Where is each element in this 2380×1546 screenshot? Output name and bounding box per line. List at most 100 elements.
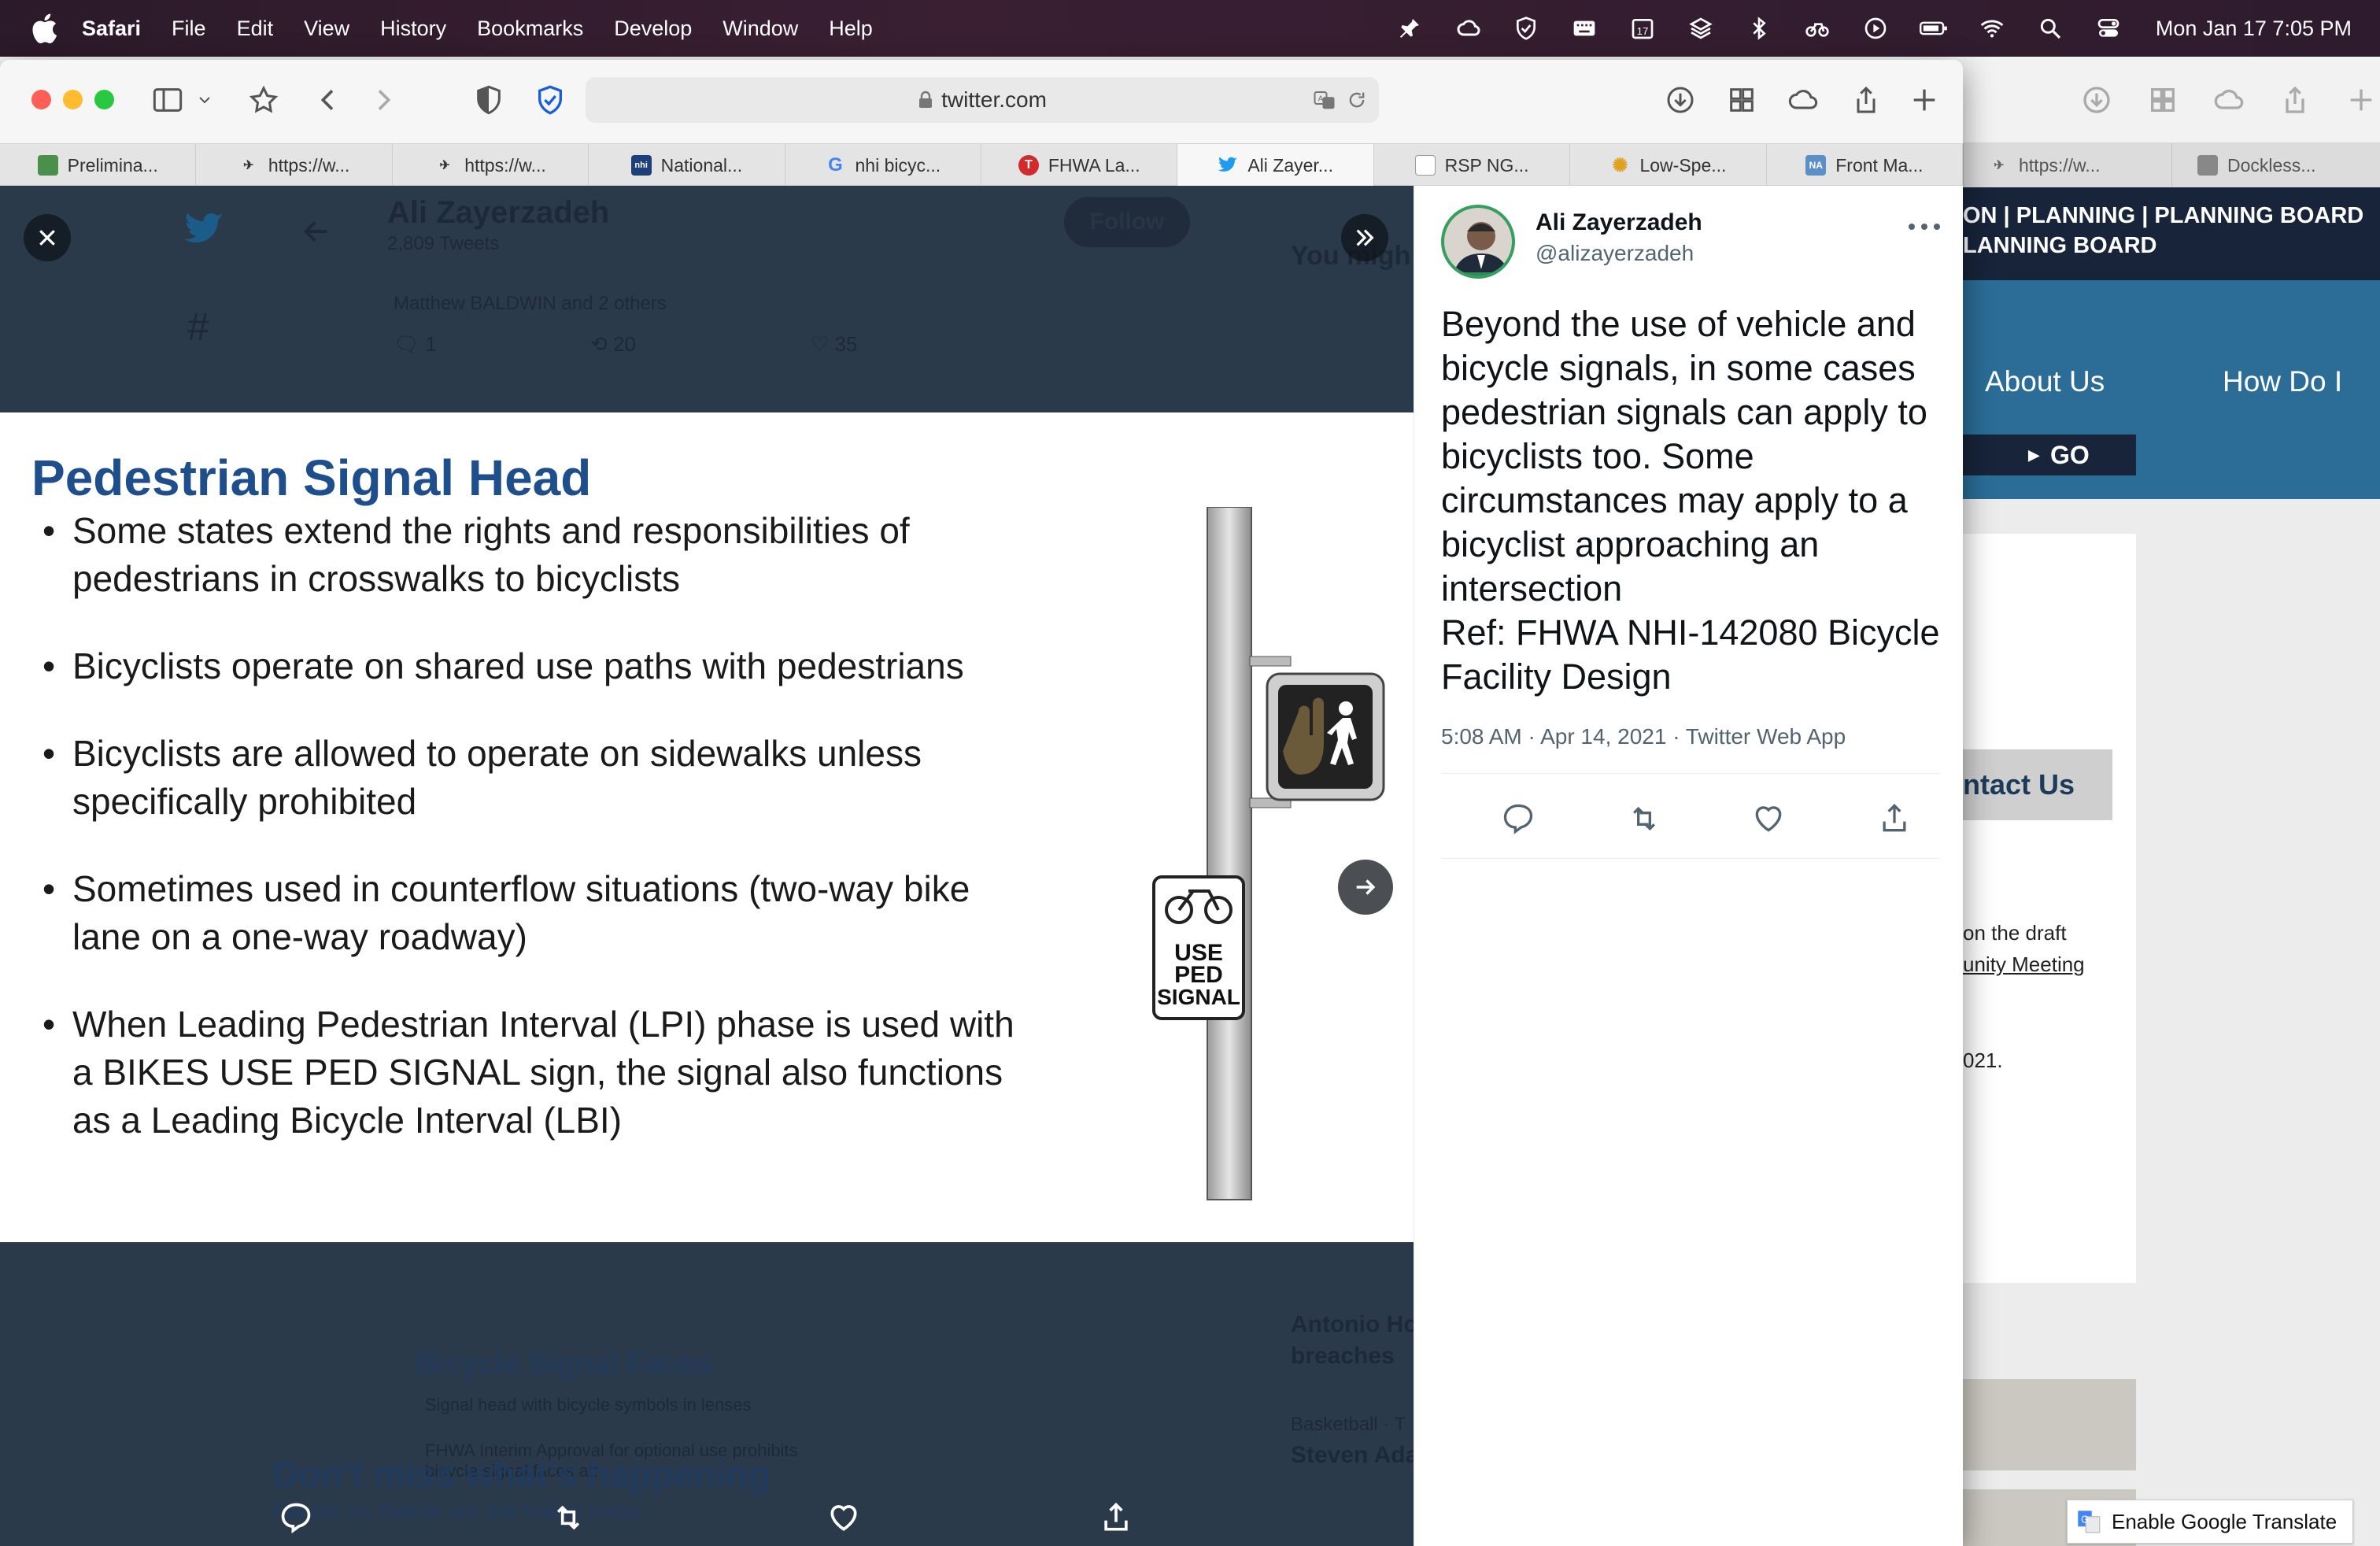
new-tab-icon[interactable] [1908, 83, 1941, 117]
battery-icon[interactable] [1918, 15, 1949, 42]
pedestrian-signal-illustration: USE PED SIGNAL [1152, 507, 1385, 1200]
tab-preliminary[interactable]: Prelimina... [0, 144, 197, 187]
trend-dimmed: breaches [1291, 1343, 1395, 1369]
control-center-icon[interactable] [2093, 15, 2124, 42]
tab-rsp[interactable]: RSP NG... [1374, 144, 1571, 187]
tab-overview-icon[interactable] [2147, 84, 2179, 116]
zoom-window-button[interactable] [94, 90, 114, 109]
retweet-icon[interactable] [1627, 801, 1661, 836]
bike-status-icon[interactable] [1802, 15, 1833, 42]
spotlight-search-icon[interactable] [2034, 15, 2066, 42]
forward-icon[interactable] [367, 83, 400, 117]
background-nav-line2[interactable]: LANNING BOARD [1963, 233, 2157, 259]
calendar-icon[interactable]: 17 [1627, 15, 1658, 42]
tab-link-2[interactable]: ✈ https://w... [393, 144, 589, 187]
background-tab[interactable]: ✈ https://w... [1963, 143, 2171, 187]
background-nav-line1[interactable]: ON | PLANNING | PLANNING BOARD [1963, 203, 2363, 229]
author-name[interactable]: Ali Zayerzadeh [1536, 209, 1702, 236]
share-icon[interactable] [2279, 84, 2311, 116]
slide-bullet: Bicyclists operate on shared use paths w… [41, 642, 1040, 690]
layers-icon[interactable] [1685, 15, 1717, 42]
slide2-title-dimmed: Bicycle Signal Faces [416, 1348, 711, 1381]
tab-label: Prelimina... [67, 154, 158, 176]
community-meeting-link[interactable]: unity Meeting [1963, 952, 2085, 977]
menu-help[interactable]: Help [829, 17, 873, 41]
menu-app-name[interactable]: Safari [82, 17, 141, 41]
sidebar-toggle-icon[interactable] [151, 83, 184, 117]
about-us-link[interactable]: About Us [1985, 365, 2105, 398]
pin-icon[interactable] [1394, 15, 1425, 42]
close-lightbox-button[interactable] [24, 214, 71, 261]
shield-check-icon[interactable] [1510, 15, 1542, 42]
bookmark-star-icon[interactable] [247, 83, 280, 117]
icloud-icon[interactable] [2213, 84, 2245, 116]
tab-ali-zayerzadeh[interactable]: Ali Zayer... [1177, 144, 1374, 187]
menu-bookmarks[interactable]: Bookmarks [477, 17, 583, 41]
next-image-button[interactable] [1338, 860, 1393, 915]
chevron-down-icon[interactable] [195, 83, 214, 117]
share-icon[interactable] [1877, 801, 1912, 836]
creative-cloud-icon[interactable] [1452, 15, 1484, 42]
page-content: # Ali Zayerzadeh 2,809 Tweets Follow Mat… [0, 186, 1963, 1546]
google-translate-icon: G [2078, 1511, 2101, 1533]
tab-front-matter[interactable]: NA Front Ma... [1767, 144, 1963, 187]
play-icon[interactable] [1860, 15, 1891, 42]
share-icon[interactable] [1099, 1500, 1133, 1535]
privacy-report-icon[interactable] [472, 83, 505, 117]
author-handle[interactable]: @alizayerzadeh [1536, 241, 1694, 266]
tab-link-1[interactable]: ✈ https://w... [196, 144, 393, 187]
slide-bullet: Some states extend the rights and respon… [41, 507, 1040, 603]
google-translate-button[interactable]: G Enable Google Translate [2067, 1500, 2353, 1544]
new-tab-icon[interactable] [2345, 84, 2377, 116]
icloud-tabs-icon[interactable] [1787, 83, 1820, 117]
menu-history[interactable]: History [380, 17, 446, 41]
download-icon[interactable] [2081, 84, 2112, 116]
back-icon[interactable] [312, 83, 345, 117]
like-icon[interactable] [826, 1500, 861, 1535]
menu-view[interactable]: View [304, 17, 349, 41]
bitwarden-extension-icon[interactable] [534, 83, 567, 117]
share-icon[interactable] [1850, 83, 1883, 117]
how-do-i-link[interactable]: How Do I [2223, 365, 2342, 398]
translate-icon[interactable]: A [1311, 88, 1338, 112]
menu-develop[interactable]: Develop [614, 17, 692, 41]
contact-us-button[interactable]: ntact Us [1963, 749, 2112, 820]
tab-overview-icon[interactable] [1725, 83, 1758, 117]
reload-icon[interactable] [1346, 89, 1368, 111]
reply-count: 1 [425, 332, 437, 356]
apple-icon[interactable] [28, 11, 58, 46]
avatar[interactable] [1441, 205, 1515, 279]
menu-file[interactable]: File [172, 17, 206, 41]
background-header: About Us How Do I ▶ GO [1963, 280, 2380, 499]
keyboard-icon[interactable] [1569, 15, 1600, 42]
tab-google-search[interactable]: G nhi bicyc... [785, 144, 982, 187]
reply-icon[interactable] [279, 1500, 313, 1535]
retweet-count: 20 [613, 332, 636, 356]
contact-us-label: ntact Us [1963, 768, 2075, 801]
menu-edit[interactable]: Edit [237, 17, 274, 41]
minimize-window-button[interactable] [63, 90, 83, 109]
tweet-media-image[interactable]: Pedestrian Signal Head Some states exten… [0, 412, 1414, 1242]
menu-window[interactable]: Window [722, 17, 798, 41]
reply-icon[interactable] [1501, 801, 1536, 836]
background-text-line: 021. [1963, 1049, 2003, 1072]
retweet-icon[interactable] [551, 1500, 586, 1535]
close-window-button[interactable] [31, 90, 51, 109]
background-tab[interactable]: Dockless... [2171, 143, 2380, 187]
go-button[interactable]: ▶ GO [1963, 435, 2136, 475]
like-icon[interactable] [1751, 801, 1786, 836]
more-options-icon[interactable] [1909, 217, 1940, 236]
tab-fhwa[interactable]: T FHWA La... [981, 144, 1178, 187]
tweet-timestamp[interactable]: 5:08 AM · Apr 14, 2021 · Twitter Web App [1441, 724, 1846, 749]
tab-low-speed[interactable]: ✺ Low-Spe... [1570, 144, 1767, 187]
slide-bullet: Bicyclists are allowed to operate on sid… [41, 730, 1040, 826]
address-bar[interactable]: twitter.com A [586, 77, 1379, 123]
tab-national[interactable]: nhi National... [589, 144, 785, 187]
toggle-panel-button[interactable] [1341, 214, 1388, 261]
menubar-clock[interactable]: Mon Jan 17 7:05 PM [2156, 17, 2352, 41]
slide-title: Pedestrian Signal Head [31, 449, 592, 506]
wifi-icon[interactable] [1976, 15, 2008, 42]
like-count-dimmed: ♡ 35 [811, 332, 858, 356]
bluetooth-icon[interactable] [1743, 15, 1775, 42]
downloads-icon[interactable] [1664, 83, 1697, 117]
